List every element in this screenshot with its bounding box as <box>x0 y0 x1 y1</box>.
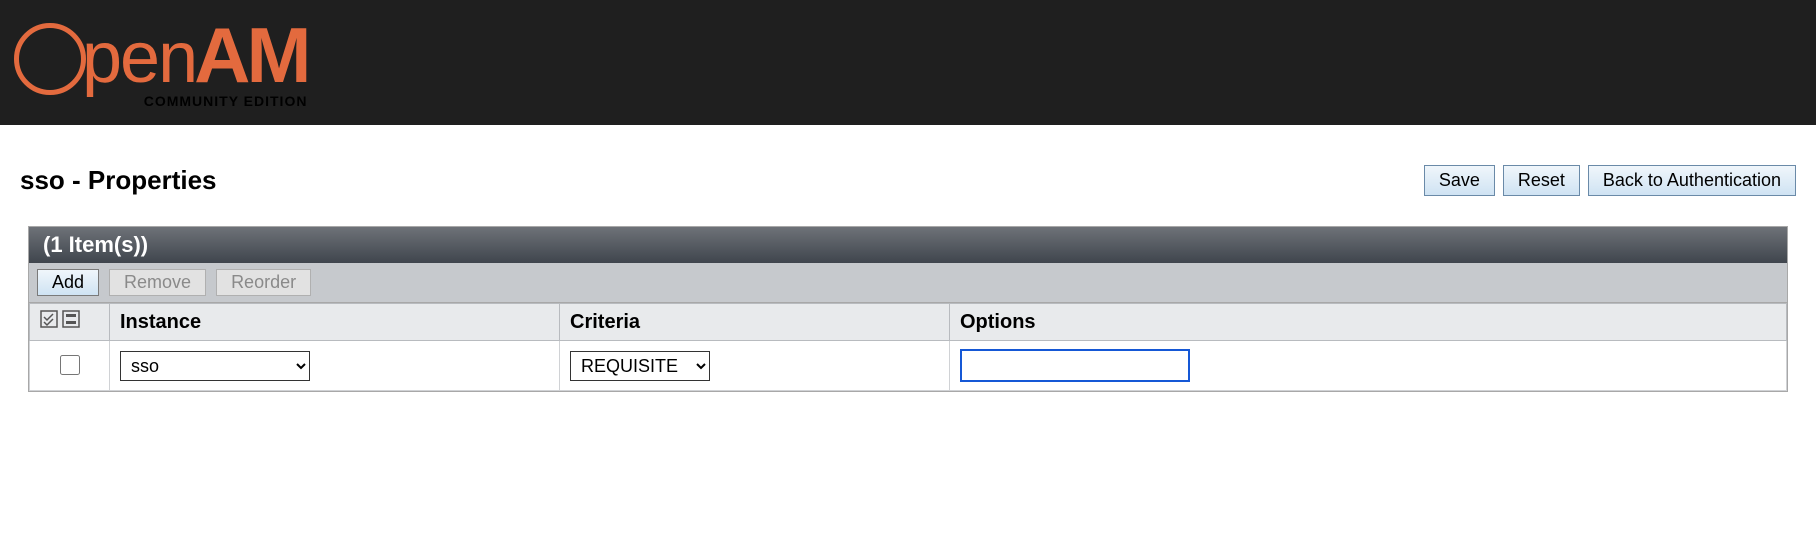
panel-toolbar: Add Remove Reorder <box>29 263 1787 303</box>
table-row: sso REQUISITE <box>30 341 1787 391</box>
header-buttons: Save Reset Back to Authentication <box>1424 165 1796 196</box>
add-button[interactable]: Add <box>37 269 99 296</box>
column-criteria: Criteria <box>560 304 950 341</box>
back-button[interactable]: Back to Authentication <box>1588 165 1796 196</box>
panel-title: (1 Item(s)) <box>29 227 1787 263</box>
criteria-select[interactable]: REQUISITE <box>570 351 710 381</box>
row-checkbox[interactable] <box>60 355 80 375</box>
reorder-button[interactable]: Reorder <box>216 269 311 296</box>
page-header: sso - Properties Save Reset Back to Auth… <box>0 125 1816 206</box>
remove-button[interactable]: Remove <box>109 269 206 296</box>
column-instance: Instance <box>110 304 560 341</box>
logo-open: pen <box>14 22 196 99</box>
column-select <box>30 304 110 341</box>
save-button[interactable]: Save <box>1424 165 1495 196</box>
content: (1 Item(s)) Add Remove Reorder <box>0 206 1816 412</box>
select-all-icon[interactable] <box>40 310 58 328</box>
logo-text: penAM <box>14 16 307 99</box>
page-title: sso - Properties <box>20 165 217 196</box>
column-options: Options <box>950 304 1787 341</box>
instance-select[interactable]: sso <box>120 351 310 381</box>
deselect-all-icon[interactable] <box>62 310 80 328</box>
panel: (1 Item(s)) Add Remove Reorder <box>28 226 1788 392</box>
top-bar: penAM COMMUNITY EDITION <box>0 0 1816 125</box>
logo: penAM COMMUNITY EDITION <box>14 16 307 109</box>
reset-button[interactable]: Reset <box>1503 165 1580 196</box>
options-input[interactable] <box>960 349 1190 382</box>
logo-am: AM <box>194 16 307 94</box>
data-table: Instance Criteria Options sso <box>29 303 1787 391</box>
